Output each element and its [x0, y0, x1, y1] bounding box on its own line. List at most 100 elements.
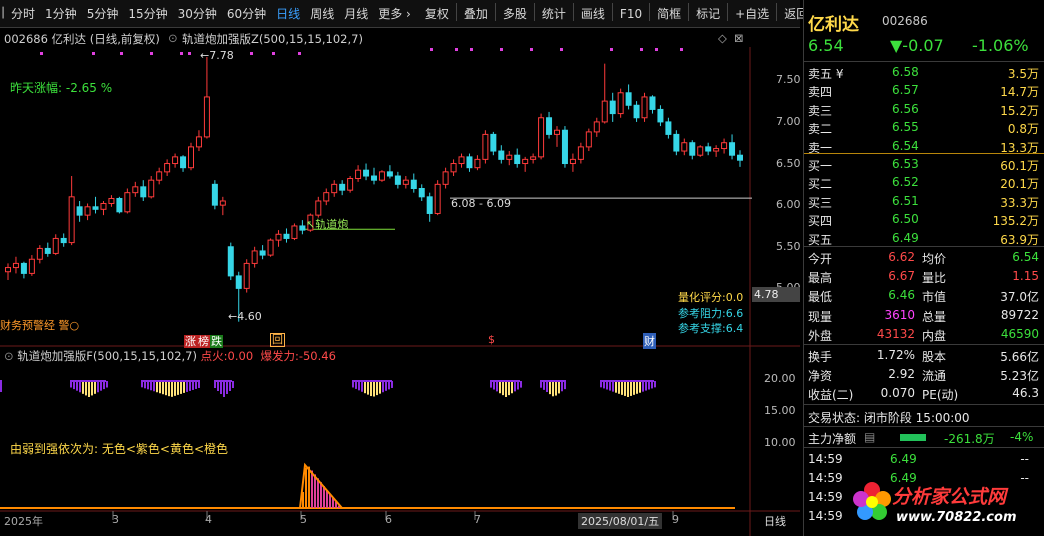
- high-price-label: ←7.78: [200, 49, 234, 62]
- bid-row[interactable]: 买五 6.49 63.9万: [804, 230, 1044, 248]
- candle-body: [12, 262, 19, 269]
- high-price-value: 7.78: [209, 49, 234, 62]
- ask-row[interactable]: 卖四 6.57 14.7万: [804, 82, 1044, 100]
- stat2-label: 净资: [808, 369, 833, 383]
- strength-bar: [373, 381, 375, 397]
- tool-button-5[interactable]: F10: [615, 3, 647, 25]
- strength-bar: [0, 381, 2, 392]
- stat-label: 最低: [808, 290, 833, 305]
- tool-button-0[interactable]: 复权: [420, 3, 454, 25]
- indicator-title[interactable]: 轨道炮加强版Z(500,15,15,102,7): [182, 31, 363, 47]
- close-icon[interactable]: ⊠: [734, 31, 744, 45]
- strength-bar: [82, 381, 84, 394]
- bid-row[interactable]: 买三 6.51 33.3万: [804, 193, 1044, 211]
- tool-button-6[interactable]: 简框: [652, 3, 686, 25]
- stat-label: 今开: [808, 252, 833, 266]
- main-flow-menu-icon[interactable]: ▤: [864, 430, 875, 444]
- watermark-flower-icon: [853, 482, 891, 520]
- strength-bar: [391, 381, 393, 388]
- signal-dot: [180, 52, 183, 55]
- book-level-label: 卖三: [808, 103, 833, 118]
- price-change: ▼-0.07: [890, 36, 944, 55]
- period-tab-2[interactable]: 5分钟: [82, 3, 124, 25]
- cursor-date: 2025/08/01/五: [578, 513, 663, 529]
- bid-row[interactable]: 买一 6.53 60.1万: [804, 156, 1044, 174]
- strength-bar: [376, 381, 378, 396]
- book-level-label: 买四: [808, 214, 833, 229]
- period-tab-4[interactable]: 30分钟: [173, 3, 222, 25]
- tool-button-1[interactable]: 叠加: [459, 3, 493, 25]
- strength-bar: [514, 381, 516, 392]
- back-marker[interactable]: 回: [270, 333, 285, 347]
- toolbar-divider: [727, 2, 729, 21]
- strength-bar: [76, 381, 78, 391]
- sub-indicator-settings-icon[interactable]: ⊙: [4, 349, 14, 363]
- ask-row[interactable]: 卖二 6.55 0.8万: [804, 119, 1044, 137]
- candle-body: [243, 262, 250, 289]
- period-label[interactable]: 日线: [764, 513, 786, 529]
- bid-row[interactable]: 买四 6.50 135.2万: [804, 211, 1044, 229]
- strength-bar: [552, 381, 554, 397]
- ask-row[interactable]: 卖五 ¥ 6.58 3.5万: [804, 64, 1044, 82]
- range-label: 6.08 - 6.09: [451, 197, 511, 210]
- signal-dot: [500, 48, 503, 51]
- stat-row: 现量 3610 总量 89722: [804, 307, 1044, 325]
- period-tab-3[interactable]: 15分钟: [123, 3, 172, 25]
- indicator-settings-icon[interactable]: ⊙: [168, 31, 178, 45]
- book-volume: 3.5万: [1007, 67, 1039, 81]
- stat-row: 最高 6.67 量比 1.15: [804, 268, 1044, 286]
- tool-button-3[interactable]: 统计: [537, 3, 571, 25]
- period-tab-8[interactable]: 月线: [339, 3, 373, 25]
- period-tab-6[interactable]: 日线: [271, 3, 305, 25]
- candle-body: [68, 196, 75, 244]
- tick-time: 14:59: [808, 471, 843, 485]
- candle-body: [641, 96, 648, 119]
- strength-bar: [186, 381, 188, 392]
- stat2-row: 收益(二) 0.070 PE(动) 46.3: [804, 385, 1044, 403]
- candle-body: [347, 178, 354, 191]
- strength-bar: [603, 381, 605, 389]
- strength-bar: [564, 381, 566, 390]
- stat-label: 总量: [922, 309, 947, 324]
- period-tab-5[interactable]: 60分钟: [222, 3, 271, 25]
- candle-body: [60, 237, 67, 244]
- stat-label: 市值: [922, 290, 947, 305]
- strength-bar: [639, 381, 641, 393]
- period-tab-9[interactable]: 更多 ›: [373, 3, 416, 25]
- tool-button-4[interactable]: 画线: [576, 3, 610, 25]
- stat-row: 最低 6.46 市值 37.0亿: [804, 287, 1044, 305]
- tool-button-7[interactable]: 标记: [691, 3, 725, 25]
- stat2-value: 2.92: [888, 367, 915, 381]
- tick-row: 14:59 6.49 --: [804, 451, 1044, 469]
- candle-body: [5, 267, 11, 273]
- period-tab-0[interactable]: 分时: [6, 3, 40, 25]
- stat-label: 内盘: [922, 328, 947, 343]
- diamond-icon[interactable]: ◇: [718, 31, 727, 45]
- burst-bar: [308, 466, 310, 508]
- limit-up-marker[interactable]: 涨: [184, 335, 197, 348]
- ask-row[interactable]: 卖三 6.56 15.2万: [804, 101, 1044, 119]
- candle-body: [172, 156, 179, 165]
- sub-indicator-title[interactable]: 轨道炮加强版F(500,15,15,102,7): [17, 349, 197, 363]
- strength-bar: [493, 381, 495, 390]
- candle-body: [721, 142, 728, 150]
- book-level-label: 买一: [808, 159, 833, 173]
- candle-body: [323, 192, 330, 202]
- strength-bar: [355, 381, 357, 389]
- tool-button-8[interactable]: +自选: [730, 3, 774, 25]
- strength-bar: [91, 381, 93, 396]
- finance-marker[interactable]: 财: [643, 333, 656, 349]
- candlesticks: [5, 48, 752, 322]
- stat-value: 43132: [876, 326, 915, 341]
- dollar-marker[interactable]: $: [488, 333, 495, 346]
- period-tab-7[interactable]: 周线: [305, 3, 339, 25]
- signal-dot: [40, 52, 43, 55]
- period-tab-1[interactable]: 1分钟: [40, 3, 82, 25]
- bid-row[interactable]: 买二 6.52 20.1万: [804, 174, 1044, 192]
- list-marker[interactable]: 榜: [197, 335, 210, 348]
- date-tick: 5: [300, 513, 307, 526]
- tool-button-2[interactable]: 多股: [498, 3, 532, 25]
- strength-bar: [654, 381, 656, 388]
- fall-marker[interactable]: 跌: [210, 335, 223, 348]
- watermark-url: www.70822.com: [896, 510, 1017, 525]
